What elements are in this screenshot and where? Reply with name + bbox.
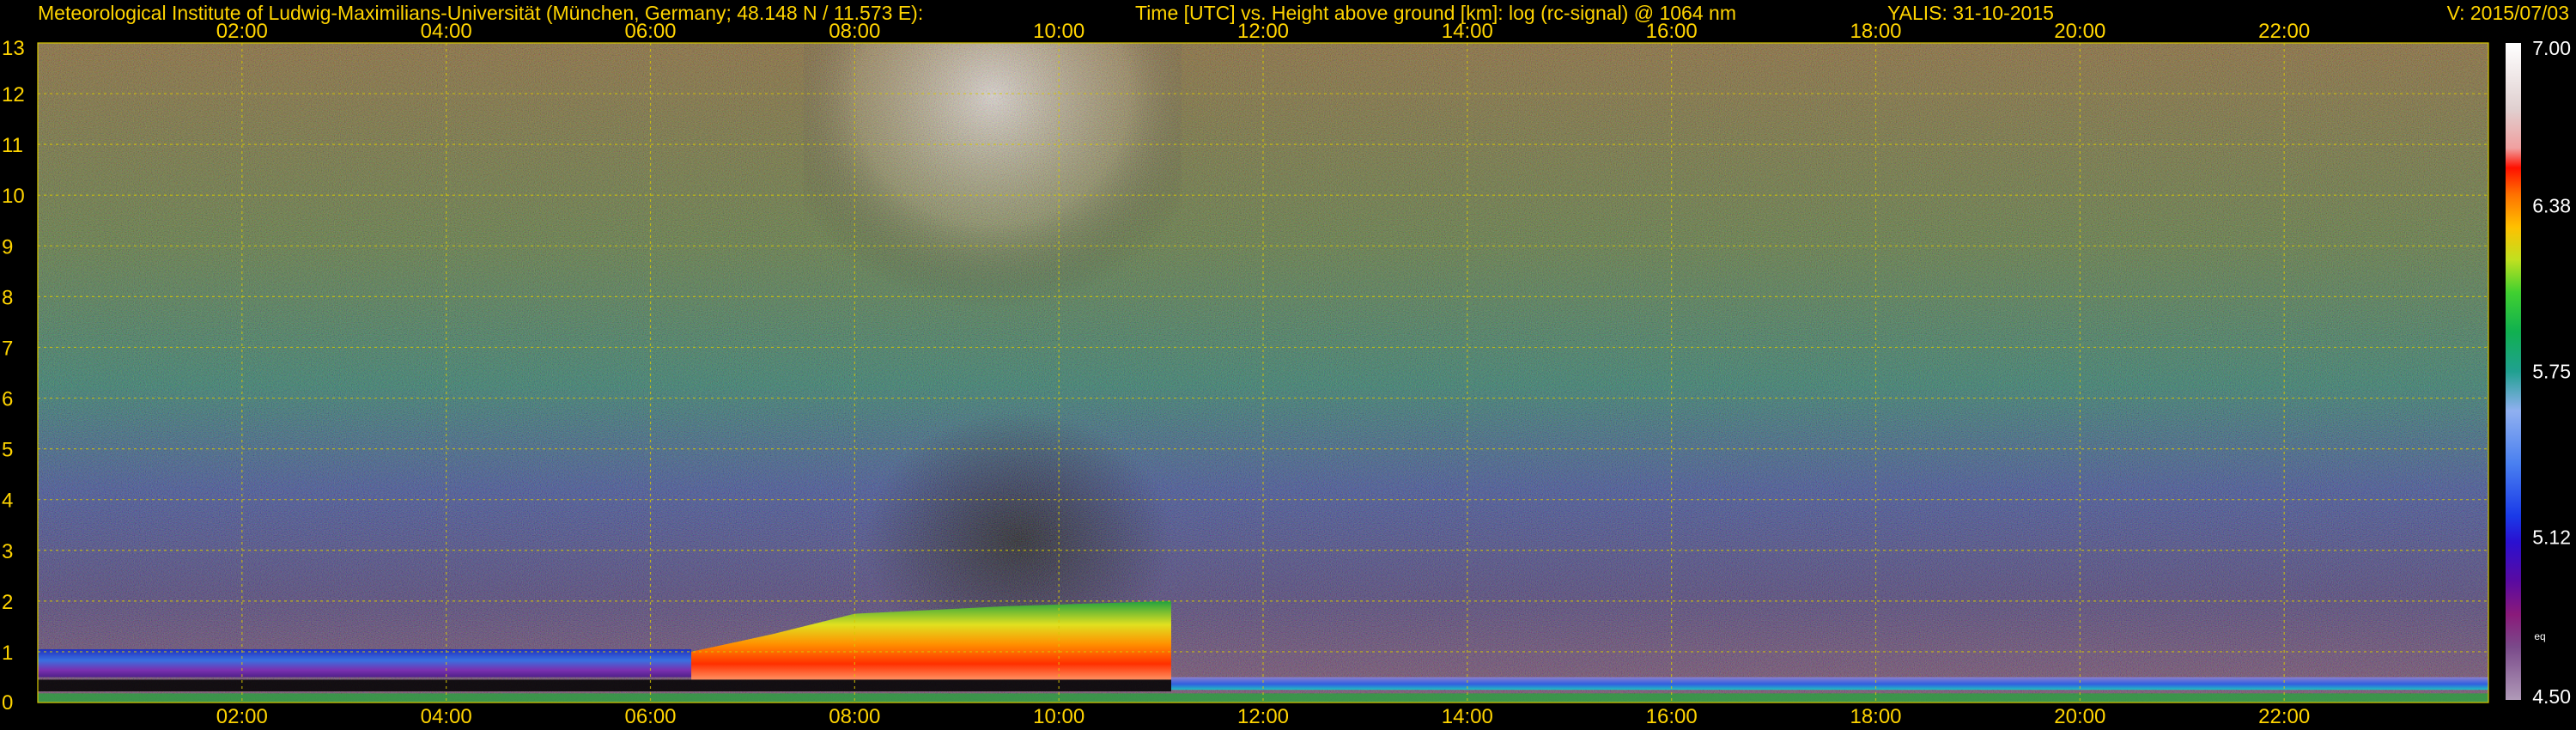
x-tick-label-bottom: 14:00 [1442, 705, 1493, 728]
y-tick-label: 5 [2, 439, 13, 462]
y-tick-label: 6 [2, 388, 13, 411]
colorbar-tick-label: 5.12 [2532, 526, 2571, 548]
x-tick-label-bottom: 04:00 [421, 705, 472, 728]
x-tick-label-top: 04:00 [421, 20, 472, 43]
colorbar: 4.50 5.12 5.75 6.38 7.00 eq [2506, 37, 2571, 708]
x-tick-label-top: 10:00 [1033, 20, 1084, 43]
x-tick-label-top: 20:00 [2054, 20, 2105, 43]
y-tick-label: 10 [2, 185, 25, 208]
x-tick-label-bottom: 06:00 [624, 705, 676, 728]
y-tick-label: 7 [2, 337, 13, 360]
x-tick-label-top: 16:00 [1646, 20, 1698, 43]
x-tick-label-bottom: 02:00 [216, 705, 268, 728]
x-tick-label-top: 14:00 [1442, 20, 1493, 43]
x-tick-label-top: 22:00 [2258, 20, 2310, 43]
x-tick-label-bottom: 08:00 [829, 705, 880, 728]
y-tick-label: 8 [2, 286, 13, 309]
x-tick-label-bottom: 10:00 [1033, 705, 1084, 728]
aerosol-layer-1 [38, 648, 692, 678]
aerosol-layer-3 [1170, 677, 2488, 690]
near-ground-gap [38, 679, 1171, 692]
y-tick-label: 3 [2, 540, 13, 563]
y-tick-label: 4 [2, 490, 13, 513]
x-tick-label-bottom: 18:00 [1850, 705, 1901, 728]
y-tick-label: 11 [2, 134, 23, 157]
x-tick-label-top: 06:00 [624, 20, 676, 43]
y-tick-label: 0 [2, 691, 13, 715]
lidar-heatmap-chart: 02:00 02:00 04:00 04:00 06:00 06:00 08:00 08:00… [2, 20, 2571, 728]
y-tick-label: 12 [2, 83, 25, 106]
x-tick-label-top: 18:00 [1850, 20, 1901, 43]
x-tick-label-top: 12:00 [1237, 20, 1289, 43]
x-tick-label-top: 02:00 [216, 20, 268, 43]
x-tick-label-bottom: 12:00 [1237, 705, 1289, 728]
colorbar-small-label: eq [2534, 630, 2545, 642]
colorbar-tick-label: 7.00 [2532, 37, 2571, 59]
x-tick-label-bottom: 22:00 [2258, 705, 2310, 728]
x-tick-label-bottom: 20:00 [2054, 705, 2105, 728]
y-tick-label: 9 [2, 235, 13, 259]
colorbar-scale [2506, 43, 2521, 700]
lidar-quicklook-page: Meteorological Institute of Ludwig-Maxim… [0, 0, 2576, 730]
colorbar-tick-label: 4.50 [2532, 685, 2571, 708]
x-tick-label-top: 08:00 [829, 20, 880, 43]
x-tick-label-bottom: 16:00 [1646, 705, 1698, 728]
y-tick-label: 1 [2, 642, 13, 665]
y-tick-label: 2 [2, 591, 13, 614]
colorbar-tick-label: 6.38 [2532, 195, 2571, 217]
y-tick-label: 13 [2, 37, 25, 60]
colorbar-tick-label: 5.75 [2532, 361, 2571, 383]
